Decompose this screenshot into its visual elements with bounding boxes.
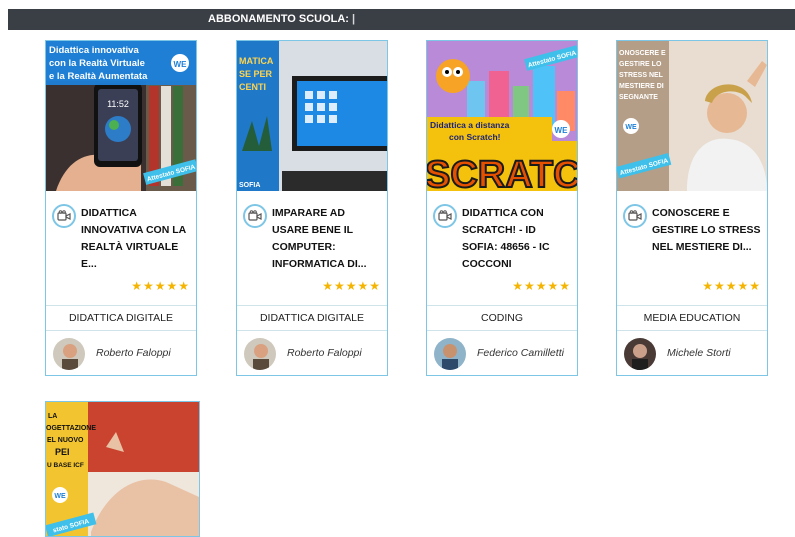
thumb-badge: SOFIA	[239, 182, 260, 189]
thumb-line: OGETTAZIONE	[46, 425, 96, 432]
thumb-line: ONOSCERE E	[619, 50, 666, 57]
author-avatar	[434, 338, 466, 370]
thumb-line: con Scratch!	[449, 132, 501, 142]
thumb-line: STRESS NEL	[619, 72, 664, 79]
video-course-icon	[243, 204, 267, 228]
video-course-icon	[52, 204, 76, 228]
thumb-line: CENTI	[239, 82, 266, 92]
rating-stars: ★★★★★	[702, 279, 761, 293]
course-thumbnail[interactable]: MATICA SE PER CENTI SOFIA	[237, 41, 387, 191]
thumb-line: con la Realtà Virtuale	[49, 58, 145, 69]
thumb-line: Didattica innovativa	[49, 45, 139, 56]
course-title[interactable]: DIDATTICA CON SCRATCH! - ID SOFIA: 48656…	[462, 205, 574, 273]
brand-logo: WE	[625, 124, 637, 131]
video-course-icon	[623, 204, 647, 228]
author-name[interactable]: Federico Camilletti	[477, 347, 564, 359]
author-name[interactable]: Roberto Faloppi	[287, 347, 362, 359]
thumb-line: LA	[48, 413, 57, 420]
course-card[interactable]: Didattica a distanza con Scratch! WE Att…	[426, 40, 578, 376]
svg-text:11:52: 11:52	[107, 99, 129, 109]
brand-logo: WE	[54, 493, 66, 500]
thumb-line: U BASE ICF	[47, 462, 84, 469]
course-title[interactable]: CONOSCERE E GESTIRE LO STRESS NEL MESTIE…	[652, 205, 764, 256]
subscription-header: ABBONAMENTO SCUOLA: |	[8, 9, 795, 30]
thumb-line: SEGNANTE	[619, 94, 658, 101]
thumb-line: e la Realtà Aumentata	[49, 71, 148, 82]
author-avatar	[53, 338, 85, 370]
course-card[interactable]: 11:52 Didattica innovativa con la Realtà…	[45, 40, 197, 376]
course-thumbnail[interactable]: LA OGETTAZIONE EL NUOVO PEI U BASE ICF W…	[46, 402, 199, 537]
subscription-title: ABBONAMENTO SCUOLA:	[208, 13, 349, 25]
author-avatar	[244, 338, 276, 370]
course-card[interactable]: MATICA SE PER CENTI SOFIA IMPARARE AD US…	[236, 40, 388, 376]
course-thumbnail[interactable]: ONOSCERE E GESTIRE LO STRESS NEL MESTIER…	[617, 41, 767, 191]
thumb-line: MESTIERE DI	[619, 83, 664, 90]
course-category[interactable]: DIDATTICA DIGITALE	[46, 305, 196, 331]
course-category[interactable]: DIDATTICA DIGITALE	[237, 305, 387, 331]
brand-logo: WE	[555, 126, 569, 135]
thumb-line: SE PER	[239, 69, 273, 79]
rating-stars: ★★★★★	[131, 279, 190, 293]
course-thumbnail[interactable]: 11:52 Didattica innovativa con la Realtà…	[46, 41, 196, 191]
author-name[interactable]: Roberto Faloppi	[96, 347, 171, 359]
rating-stars: ★★★★★	[322, 279, 381, 293]
author-avatar	[624, 338, 656, 370]
brand-logo: WE	[174, 60, 188, 69]
thumb-line: EL NUOVO	[47, 437, 84, 444]
course-card[interactable]: ONOSCERE E GESTIRE LO STRESS NEL MESTIER…	[616, 40, 768, 376]
course-title[interactable]: IMPARARE AD USARE BENE IL COMPUTER: INFO…	[272, 205, 384, 273]
thumb-line: MATICA	[239, 56, 274, 66]
author-name[interactable]: Michele Storti	[667, 347, 731, 359]
course-title[interactable]: DIDATTICA INNOVATIVA CON LA REALTÀ VIRTU…	[81, 205, 193, 273]
thumb-big-text: SCRATC	[427, 154, 577, 191]
course-category[interactable]: MEDIA EDUCATION	[617, 305, 767, 331]
video-course-icon	[433, 204, 457, 228]
thumb-line: GESTIRE LO	[619, 61, 662, 68]
course-category[interactable]: CODING	[427, 305, 577, 331]
course-thumbnail[interactable]: Didattica a distanza con Scratch! WE Att…	[427, 41, 577, 191]
thumb-line: Didattica a distanza	[430, 120, 510, 130]
rating-stars: ★★★★★	[512, 279, 571, 293]
course-card[interactable]: LA OGETTAZIONE EL NUOVO PEI U BASE ICF W…	[45, 401, 200, 537]
thumb-line: PEI	[55, 447, 70, 457]
